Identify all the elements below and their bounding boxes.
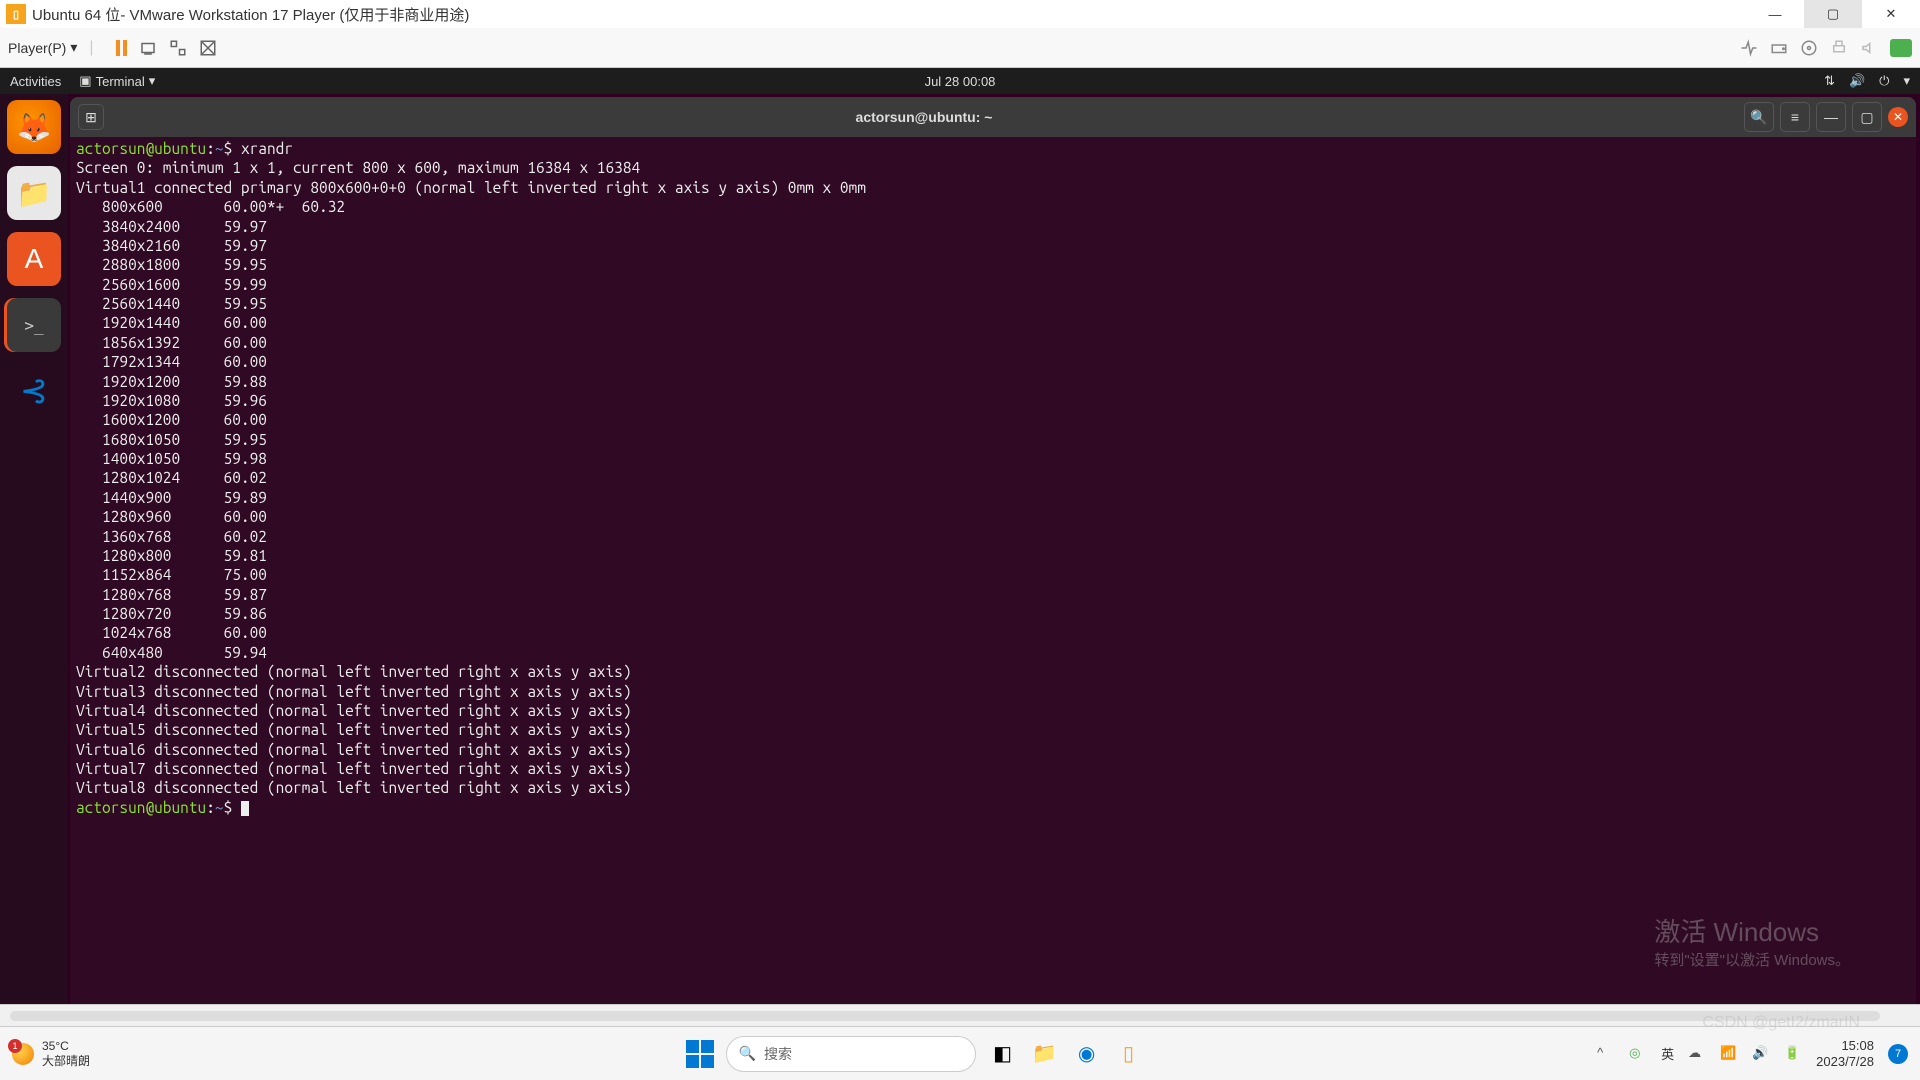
weather-widget[interactable]: 35°C 大部晴朗 (12, 1039, 232, 1068)
vmware-toolbar: Player(P)▾ | (0, 28, 1920, 68)
fullscreen-icon[interactable] (169, 39, 187, 57)
terminal-window: ⊞ actorsun@ubuntu: ~ 🔍 ≡ — ▢ ✕ actorsun@… (70, 97, 1916, 1004)
tray-cloud-icon[interactable]: ☁ (1688, 1045, 1706, 1063)
player-menu[interactable]: Player(P)▾ (8, 39, 77, 56)
search-icon[interactable]: 🔍 (1744, 102, 1774, 132)
file-explorer-icon[interactable]: 📁 (1030, 1039, 1060, 1069)
windows-activation-watermark: 激活 Windows 转到"设置"以激活 Windows。 (1654, 912, 1850, 970)
tray-chevron-icon[interactable]: ^ (1597, 1045, 1615, 1063)
chevron-down-icon[interactable]: ▾ (1903, 73, 1910, 89)
send-ctrl-alt-del-icon[interactable] (139, 39, 157, 57)
pause-icon[interactable] (116, 40, 127, 56)
clock[interactable]: Jul 28 00:08 (925, 74, 996, 89)
terminal-title: actorsun@ubuntu: ~ (110, 109, 1738, 125)
vmware-tools-icon[interactable] (1890, 39, 1912, 57)
maximize-button[interactable]: ▢ (1804, 0, 1862, 28)
start-button[interactable] (686, 1040, 714, 1068)
vmware-taskbar-icon[interactable]: ▯ (1114, 1039, 1144, 1069)
weather-temp: 35°C (42, 1039, 90, 1053)
tray-volume-icon[interactable]: 🔊 (1752, 1045, 1770, 1063)
activities-button[interactable]: Activities (10, 74, 61, 89)
ubuntu-dock: 🦊 📁 A ⊰ (0, 94, 68, 1004)
task-view-icon[interactable]: ◧ (988, 1039, 1018, 1069)
hamburger-menu-icon[interactable]: ≡ (1780, 102, 1810, 132)
weather-icon (12, 1043, 34, 1065)
volume-icon[interactable]: 🔊 (1849, 73, 1865, 89)
network-icon[interactable]: ⇅ (1824, 73, 1835, 89)
sound-icon[interactable] (1860, 39, 1878, 57)
vmware-titlebar: ▯ Ubuntu 64 位- VMware Workstation 17 Pla… (0, 0, 1920, 28)
tray-wifi-icon[interactable]: 📶 (1720, 1045, 1738, 1063)
edge-icon[interactable]: ◉ (1072, 1039, 1102, 1069)
window-close-icon[interactable]: ✕ (1888, 107, 1908, 127)
window-maximize-icon[interactable]: ▢ (1852, 102, 1882, 132)
network-adapter-icon[interactable] (1740, 39, 1758, 57)
terminal-output[interactable]: actorsun@ubuntu:~$ xrandr Screen 0: mini… (70, 137, 1916, 1004)
window-minimize-icon[interactable]: — (1816, 102, 1846, 132)
dock-vscode[interactable]: ⊰ (7, 364, 61, 418)
ime-indicator[interactable]: 英 (1661, 1044, 1674, 1063)
ubuntu-top-bar: Activities ▣ Terminal ▾ Jul 28 00:08 ⇅ 🔊… (0, 68, 1920, 94)
tray-battery-icon[interactable]: 🔋 (1784, 1045, 1802, 1063)
dock-firefox[interactable]: 🦊 (7, 100, 61, 154)
terminal-app-icon: ▣ (79, 73, 91, 89)
minimize-button[interactable]: — (1746, 0, 1804, 28)
new-tab-button[interactable]: ⊞ (78, 104, 104, 130)
dock-files[interactable]: 📁 (7, 166, 61, 220)
unity-icon[interactable] (199, 39, 217, 57)
dock-software[interactable]: A (7, 232, 61, 286)
dock-terminal[interactable] (7, 298, 61, 352)
weather-desc: 大部晴朗 (42, 1054, 90, 1068)
taskbar-clock[interactable]: 15:08 2023/7/28 (1816, 1038, 1874, 1069)
search-icon: 🔍 (739, 1045, 756, 1062)
vmware-title: Ubuntu 64 位- VMware Workstation 17 Playe… (32, 4, 469, 25)
disk-icon[interactable] (1770, 39, 1788, 57)
close-button[interactable]: ✕ (1862, 0, 1920, 28)
tray-security-icon[interactable]: ◎ (1629, 1045, 1647, 1063)
vmware-scrollbar[interactable] (0, 1004, 1920, 1026)
vmware-icon: ▯ (6, 4, 26, 24)
terminal-app-menu[interactable]: ▣ Terminal ▾ (79, 73, 155, 89)
taskbar-search[interactable]: 🔍 搜索 (726, 1036, 976, 1072)
notification-badge[interactable]: 7 (1888, 1044, 1908, 1064)
window-controls: — ▢ ✕ (1746, 0, 1920, 28)
cd-icon[interactable] (1800, 39, 1818, 57)
system-tray[interactable]: ⇅ 🔊 ⏻ ▾ (1824, 73, 1910, 89)
printer-icon[interactable] (1830, 39, 1848, 57)
ubuntu-desktop: 🦊 📁 A ⊰ ⊞ actorsun@ubuntu: ~ 🔍 ≡ — ▢ ✕ a… (0, 94, 1920, 1004)
csdn-watermark: CSDN @getI2/zmarIN (1702, 1014, 1860, 1032)
power-icon[interactable]: ⏻ (1879, 73, 1889, 89)
terminal-headerbar: ⊞ actorsun@ubuntu: ~ 🔍 ≡ — ▢ ✕ (70, 97, 1916, 137)
windows-taskbar: 35°C 大部晴朗 🔍 搜索 ◧ 📁 ◉ ▯ ^ ◎ 英 ☁ 📶 🔊 🔋 15:… (0, 1026, 1920, 1080)
